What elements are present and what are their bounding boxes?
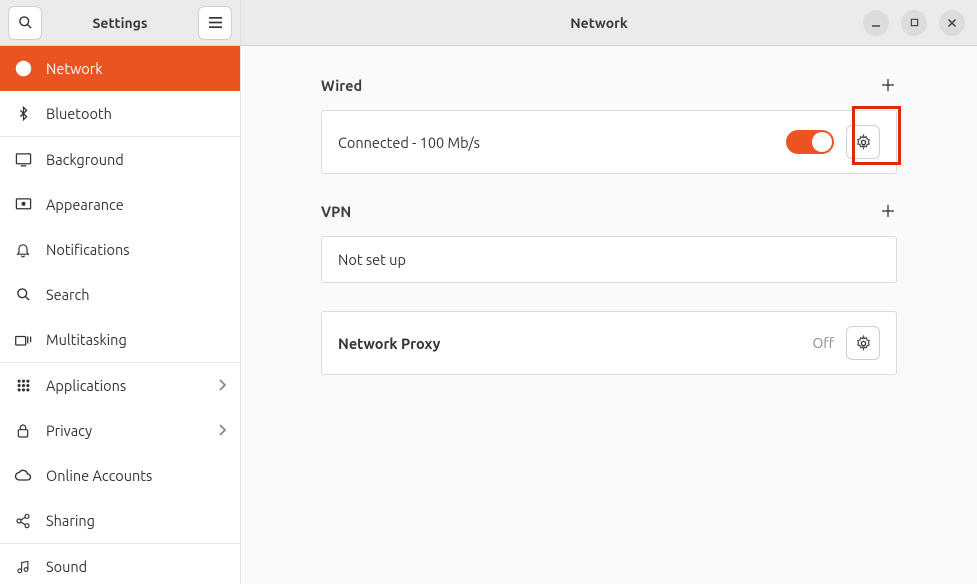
add-vpn-button[interactable] <box>879 202 897 220</box>
window-controls <box>845 10 965 36</box>
sidebar-item-bluetooth[interactable]: Bluetooth <box>0 91 240 136</box>
sidebar-item-label: Appearance <box>46 196 226 213</box>
wired-settings-button[interactable] <box>846 125 880 159</box>
proxy-settings-button[interactable] <box>846 326 880 360</box>
appearance-icon <box>14 196 32 214</box>
sidebar-item-label: Search <box>46 286 226 303</box>
plus-icon <box>881 78 895 92</box>
sidebar-item-multitasking[interactable]: Multitasking <box>0 317 240 362</box>
wired-toggle[interactable] <box>786 130 834 154</box>
settings-title: Settings <box>50 15 190 31</box>
sidebar-item-sound[interactable]: Sound <box>0 544 240 584</box>
multitasking-icon <box>14 331 32 349</box>
plus-icon <box>881 204 895 218</box>
privacy-icon <box>14 422 32 440</box>
wired-status: Connected - 100 Mb/s <box>338 134 774 151</box>
proxy-status: Off <box>812 335 834 351</box>
minimize-icon <box>871 18 881 28</box>
sidebar-item-applications[interactable]: Applications <box>0 363 240 408</box>
background-icon <box>14 151 32 169</box>
close-button[interactable] <box>939 10 965 36</box>
sidebar-item-sharing[interactable]: Sharing <box>0 498 240 543</box>
main-panel: Network Wired <box>241 0 977 584</box>
sidebar: Settings Network Bluetooth <box>0 0 241 584</box>
cloud-icon <box>14 467 32 485</box>
add-wired-button[interactable] <box>879 76 897 94</box>
applications-icon <box>14 377 32 395</box>
sidebar-item-background[interactable]: Background <box>0 137 240 182</box>
proxy-card[interactable]: Network Proxy Off <box>321 311 897 375</box>
gear-icon <box>855 134 872 151</box>
chevron-right-icon <box>218 422 226 439</box>
gear-icon <box>855 335 872 352</box>
sidebar-item-search[interactable]: Search <box>0 272 240 317</box>
vpn-status: Not set up <box>338 251 880 268</box>
sidebar-item-label: Sharing <box>46 512 226 529</box>
sidebar-item-appearance[interactable]: Appearance <box>0 182 240 227</box>
minimize-button[interactable] <box>863 10 889 36</box>
wired-section: Wired Connected - 100 Mb/s <box>321 76 897 174</box>
vpn-section: VPN Not set up <box>321 202 897 283</box>
sidebar-item-label: Privacy <box>46 422 204 439</box>
sidebar-item-privacy[interactable]: Privacy <box>0 408 240 453</box>
search-button[interactable] <box>8 6 42 40</box>
maximize-icon <box>910 18 919 27</box>
sidebar-item-label: Bluetooth <box>46 105 226 122</box>
vpn-title: VPN <box>321 203 351 220</box>
sidebar-item-online-accounts[interactable]: Online Accounts <box>0 453 240 498</box>
vpn-section-header: VPN <box>321 202 897 220</box>
toggle-knob <box>812 132 832 152</box>
sidebar-item-label: Online Accounts <box>46 467 226 484</box>
sharing-icon <box>14 512 32 530</box>
hamburger-icon <box>208 16 223 29</box>
sidebar-item-label: Notifications <box>46 241 226 258</box>
sidebar-item-network[interactable]: Network <box>0 46 240 91</box>
sidebar-item-label: Network <box>46 60 226 77</box>
network-icon <box>14 60 32 78</box>
sidebar-list: Network Bluetooth Background Appearance <box>0 46 240 584</box>
sidebar-item-label: Multitasking <box>46 331 226 348</box>
sidebar-item-label: Applications <box>46 377 204 394</box>
notifications-icon <box>14 241 32 259</box>
sound-icon <box>14 558 32 576</box>
search-icon <box>14 286 32 304</box>
wired-title: Wired <box>321 77 362 94</box>
wired-section-header: Wired <box>321 76 897 94</box>
proxy-section: Network Proxy Off <box>321 311 897 375</box>
proxy-title: Network Proxy <box>338 335 800 352</box>
vpn-card: Not set up <box>321 236 897 283</box>
bluetooth-icon <box>14 105 32 123</box>
wired-connection-card: Connected - 100 Mb/s <box>321 110 897 174</box>
content-area: Wired Connected - 100 Mb/s <box>241 46 977 584</box>
main-header: Network <box>241 0 977 46</box>
close-icon <box>947 18 957 28</box>
page-title: Network <box>353 15 845 31</box>
sidebar-item-notifications[interactable]: Notifications <box>0 227 240 272</box>
chevron-right-icon <box>218 377 226 394</box>
menu-button[interactable] <box>198 6 232 40</box>
sidebar-item-label: Sound <box>46 558 226 575</box>
sidebar-header: Settings <box>0 0 240 46</box>
maximize-button[interactable] <box>901 10 927 36</box>
search-icon <box>18 15 33 30</box>
sidebar-item-label: Background <box>46 151 226 168</box>
